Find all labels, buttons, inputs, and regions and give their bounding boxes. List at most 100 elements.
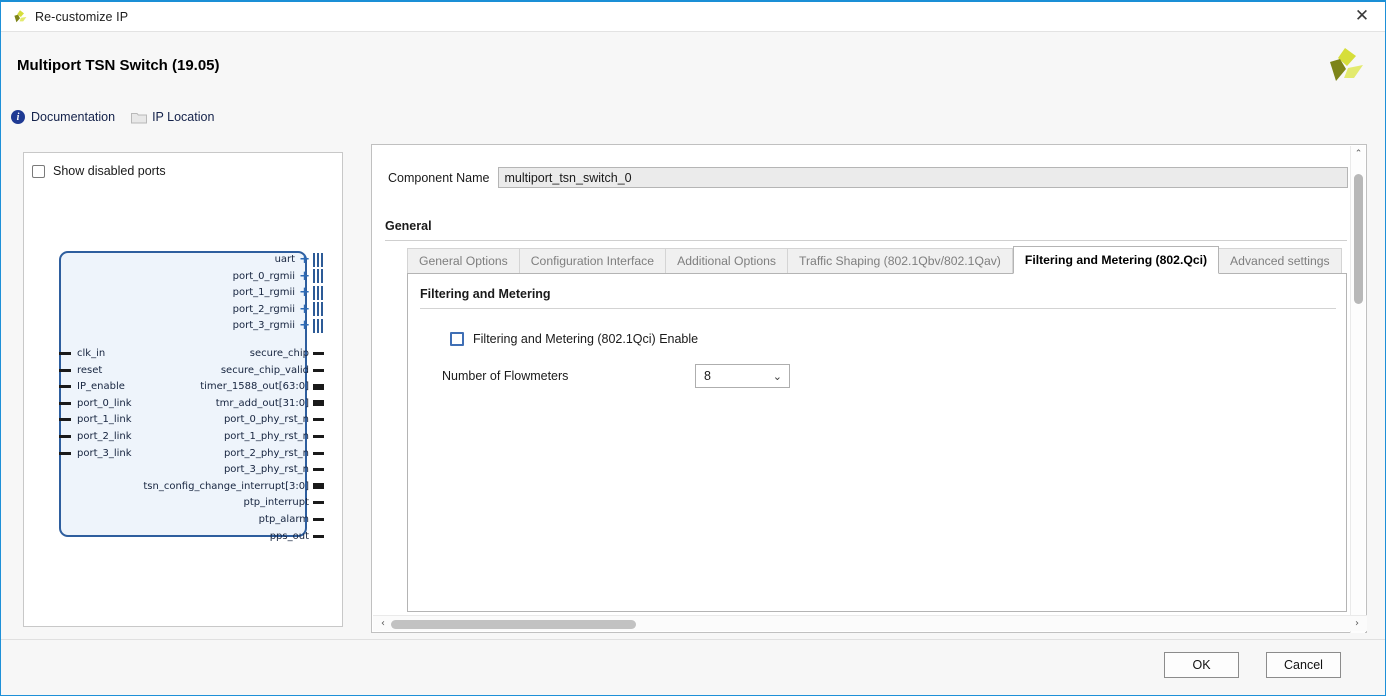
ok-button[interactable]: OK — [1164, 652, 1239, 678]
port-label: port_2_rgmii — [232, 303, 296, 315]
port-ptp_interrupt[interactable]: ptp_interrupt — [244, 494, 324, 511]
expand-plus-icon[interactable]: + — [299, 319, 310, 332]
port-tmr_add_out310[interactable]: tmr_add_out[31:0] — [216, 395, 324, 412]
expand-plus-icon[interactable]: + — [299, 286, 310, 299]
port-label: tsn_config_change_interrupt[3:0] — [143, 480, 309, 492]
scroll-up-icon[interactable]: ⌃ — [1351, 146, 1366, 161]
tab-configuration-interface[interactable]: Configuration Interface — [519, 248, 667, 274]
filtering-enable-row[interactable]: Filtering and Metering (802.1Qci) Enable — [450, 332, 698, 346]
component-name-label: Component Name — [388, 170, 490, 185]
port-port_2_rgmii[interactable]: port_2_rgmii + — [233, 301, 324, 318]
show-disabled-ports-label: Show disabled ports — [53, 164, 166, 178]
tab-advanced-settings[interactable]: Advanced settings — [1219, 248, 1342, 274]
port-tsn_config_change_interrupt30[interactable]: tsn_config_change_interrupt[3:0] — [143, 478, 324, 495]
port-label: IP_enable — [77, 381, 125, 393]
port-port_3_link[interactable]: port_3_link — [59, 445, 132, 462]
pin-connector-icon — [313, 518, 324, 521]
show-disabled-ports-checkbox[interactable] — [32, 164, 45, 178]
dialog-footer: OK Cancel — [1, 639, 1385, 695]
close-icon[interactable]: ✕ — [1339, 2, 1385, 31]
recustomize-ip-dialog: Re-customize IP ✕ Multiport TSN Switch (… — [0, 0, 1386, 696]
port-label: port_2_phy_rst_n — [223, 447, 309, 459]
cancel-button[interactable]: Cancel — [1266, 652, 1341, 678]
tab-general-options[interactable]: General Options — [407, 248, 520, 274]
filtering-enable-checkbox[interactable] — [450, 332, 464, 346]
port-secure_chip[interactable]: secure_chip — [250, 345, 324, 362]
pin-connector-icon — [59, 451, 71, 455]
expand-plus-icon[interactable]: + — [299, 303, 310, 316]
port-label: secure_chip_valid — [220, 364, 309, 376]
port-port_1_rgmii[interactable]: port_1_rgmii + — [233, 284, 324, 301]
port-label: port_1_rgmii — [232, 287, 296, 299]
flowmeters-row: Number of Flowmeters 8 ⌄ — [442, 364, 790, 388]
port-ptp_alarm[interactable]: ptp_alarm — [259, 511, 324, 528]
flowmeters-label: Number of Flowmeters — [442, 369, 569, 383]
bus-connector-icon — [313, 252, 324, 267]
dialog-header: Multiport TSN Switch (19.05) i Documenta… — [1, 33, 1385, 138]
port-pps_out[interactable]: pps_out — [270, 528, 324, 545]
ip-location-link[interactable]: IP Location — [131, 110, 214, 124]
port-port_0_link[interactable]: port_0_link — [59, 395, 132, 412]
pin-connector-icon — [59, 418, 71, 422]
port-label: pps_out — [269, 530, 309, 542]
horizontal-scroll-thumb[interactable] — [391, 620, 636, 629]
port-label: ptp_alarm — [258, 514, 309, 525]
filtering-metering-tabpanel: Filtering and Metering Filtering and Met… — [407, 274, 1347, 612]
config-panel: Component Name General General OptionsCo… — [371, 144, 1367, 633]
pin-connector-icon — [313, 468, 324, 472]
pin-connector-icon — [313, 352, 324, 355]
port-port_1_phy_rst_n[interactable]: port_1_phy_rst_n — [224, 428, 324, 445]
port-reset[interactable]: reset — [59, 362, 102, 379]
port-uart[interactable]: uart + — [275, 251, 324, 268]
port-IP_enable[interactable]: IP_enable — [59, 378, 125, 395]
window-title: Re-customize IP — [35, 9, 129, 24]
pin-connector-icon — [313, 418, 324, 422]
port-label: port_1_link — [77, 414, 132, 426]
port-port_3_phy_rst_n[interactable]: port_3_phy_rst_n — [224, 461, 324, 478]
port-port_3_rgmii[interactable]: port_3_rgmii + — [233, 317, 324, 334]
scroll-left-icon[interactable]: ‹ — [376, 616, 390, 631]
section-title: Filtering and Metering — [420, 287, 551, 301]
expand-plus-icon[interactable]: + — [299, 253, 310, 266]
ip-symbol-panel: Show disabled ports uart + port_0_rgmii + po… — [23, 152, 343, 627]
section-divider — [420, 308, 1336, 309]
pin-connector-icon — [313, 501, 324, 505]
pin-connector-icon — [313, 451, 324, 455]
pin-connector-icon — [313, 483, 324, 490]
port-secure_chip_valid[interactable]: secure_chip_valid — [221, 362, 324, 379]
vertical-scroll-thumb[interactable] — [1354, 174, 1363, 304]
scroll-right-icon[interactable]: › — [1350, 616, 1364, 631]
component-name-input[interactable] — [498, 167, 1348, 188]
folder-icon — [131, 111, 148, 124]
port-port_0_phy_rst_n[interactable]: port_0_phy_rst_n — [224, 411, 324, 428]
port-timer_1588_out630[interactable]: timer_1588_out[63:0] — [200, 378, 324, 395]
info-icon: i — [11, 110, 25, 124]
port-port_1_link[interactable]: port_1_link — [59, 411, 132, 428]
port-port_0_rgmii[interactable]: port_0_rgmii + — [233, 268, 324, 285]
bus-connector-icon — [313, 318, 324, 333]
port-label: port_3_rgmii — [232, 320, 296, 332]
general-section-label: General — [385, 219, 432, 233]
vertical-scrollbar[interactable]: ⌃ ⌄ — [1350, 146, 1365, 633]
filtering-enable-label: Filtering and Metering (802.1Qci) Enable — [473, 332, 699, 346]
port-port_2_phy_rst_n[interactable]: port_2_phy_rst_n — [224, 445, 324, 462]
expand-plus-icon[interactable]: + — [299, 270, 310, 283]
flowmeters-select[interactable]: 8 ⌄ — [695, 364, 790, 388]
port-port_2_link[interactable]: port_2_link — [59, 428, 132, 445]
horizontal-scrollbar[interactable]: ‹ › — [373, 615, 1367, 631]
tab-traffic-shaping-802-1qbv-802-1qav[interactable]: Traffic Shaping (802.1Qbv/802.1Qav) — [787, 248, 1013, 274]
tab-additional-options[interactable]: Additional Options — [666, 248, 788, 274]
tab-filtering-and-metering-802-qci[interactable]: Filtering and Metering (802.Qci) — [1012, 246, 1220, 274]
bus-connector-icon — [313, 269, 324, 284]
documentation-link[interactable]: i Documentation — [11, 110, 115, 124]
header-links: i Documentation IP Location — [11, 110, 230, 124]
xilinx-logo-small-icon — [14, 9, 27, 22]
port-label: secure_chip — [249, 348, 309, 359]
port-label: timer_1588_out[63:0] — [200, 381, 309, 393]
port-clk_in[interactable]: clk_in — [59, 345, 105, 362]
port-label: reset — [77, 364, 103, 376]
chevron-down-icon: ⌄ — [772, 369, 782, 383]
show-disabled-ports-row[interactable]: Show disabled ports — [32, 164, 166, 178]
xilinx-logo — [1330, 48, 1363, 81]
pin-connector-icon — [59, 368, 71, 372]
